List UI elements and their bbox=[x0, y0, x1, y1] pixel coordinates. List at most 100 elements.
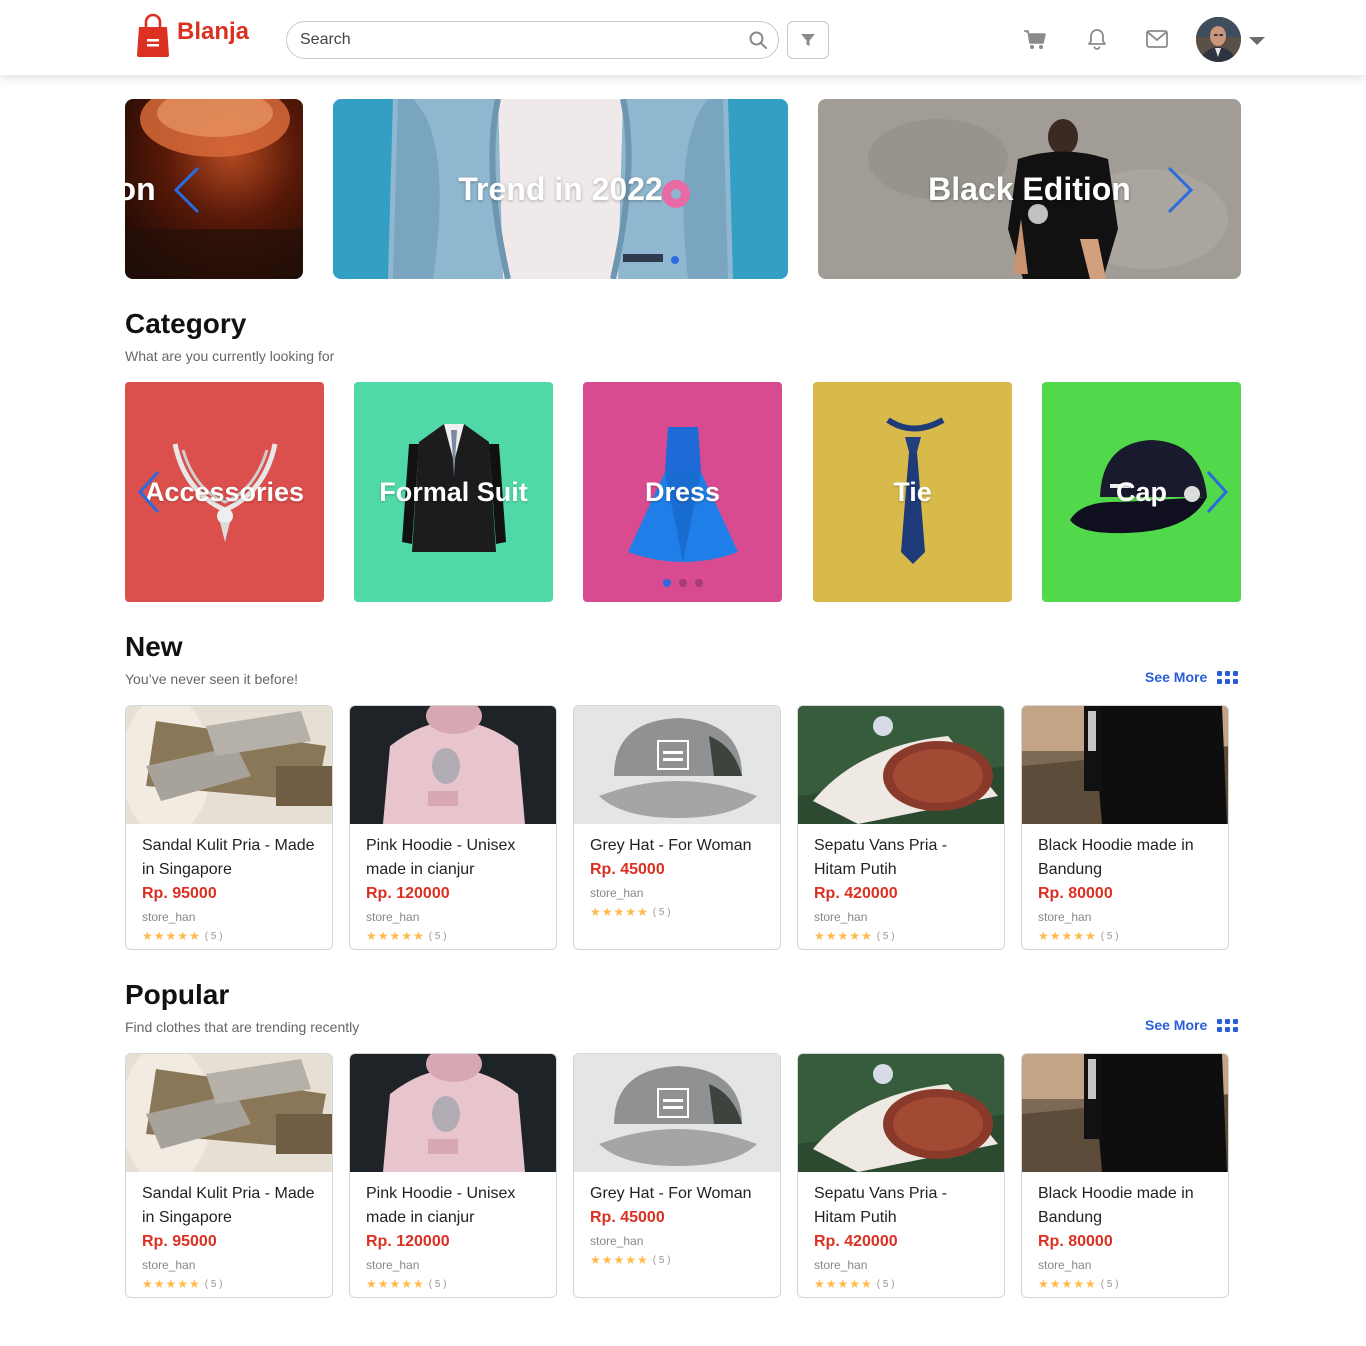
rating-count: ( 5 ) bbox=[204, 930, 223, 942]
banner-slide-1[interactable]: tion bbox=[125, 99, 303, 279]
popular-product-card[interactable]: Sandal Kulit Pria - Made in Singapore Rp.… bbox=[125, 1053, 333, 1298]
product-info: Sepatu Vans Pria - Hitam Putih Rp. 420000… bbox=[798, 824, 1004, 943]
product-store: store_han bbox=[366, 910, 420, 924]
category-dot-1[interactable] bbox=[663, 579, 671, 587]
user-avatar[interactable] bbox=[1196, 17, 1241, 62]
product-image bbox=[1022, 1054, 1228, 1172]
product-image bbox=[798, 1054, 1004, 1172]
category-tie[interactable]: Tie bbox=[813, 382, 1012, 602]
product-price: Rp. 420000 bbox=[814, 885, 898, 902]
banner-dot-active[interactable] bbox=[671, 256, 679, 264]
mail-icon[interactable] bbox=[1146, 30, 1168, 48]
product-rating: ★★★★★( 5 ) bbox=[366, 929, 540, 943]
banner-2-title: Trend in 2022 bbox=[458, 171, 663, 207]
star-icon: ★★★★★ bbox=[814, 1277, 873, 1291]
category-dot-3[interactable] bbox=[695, 579, 703, 587]
product-name: Pink Hoodie - Unisex made in cianjur bbox=[366, 837, 516, 878]
category-formal-suit-label: Formal Suit bbox=[379, 477, 528, 507]
star-icon: ★★★★★ bbox=[590, 1253, 649, 1267]
star-icon: ★★★★★ bbox=[142, 929, 201, 943]
product-price: Rp. 420000 bbox=[814, 1233, 898, 1250]
new-product-card[interactable]: Sandal Kulit Pria - Made in Singapore Rp.… bbox=[125, 705, 333, 950]
banner-slide-2[interactable]: Trend in 2022 bbox=[333, 99, 788, 279]
popular-product-card[interactable]: Black Hoodie made in Bandung Rp. 80000 sto… bbox=[1021, 1053, 1229, 1298]
product-price: Rp. 80000 bbox=[1038, 885, 1113, 902]
product-name: Sepatu Vans Pria - Hitam Putih bbox=[814, 1185, 948, 1226]
popular-product-card[interactable]: Pink Hoodie - Unisex made in cianjur Rp. … bbox=[349, 1053, 557, 1298]
popular-product-card[interactable]: Grey Hat - For Woman Rp. 45000 store_han ★★… bbox=[573, 1053, 781, 1298]
category-next-arrow-icon[interactable] bbox=[1205, 470, 1229, 514]
banner-next-arrow-icon[interactable] bbox=[1165, 166, 1195, 214]
product-name: Pink Hoodie - Unisex made in cianjur bbox=[366, 1185, 516, 1226]
product-price: Rp. 80000 bbox=[1038, 1233, 1113, 1250]
banner-prev-arrow-icon[interactable] bbox=[172, 166, 202, 214]
star-icon: ★★★★★ bbox=[1038, 1277, 1097, 1291]
product-image bbox=[574, 706, 780, 824]
product-image bbox=[350, 706, 556, 824]
product-info: Sandal Kulit Pria - Made in Singapore Rp.… bbox=[126, 1172, 332, 1291]
product-store: store_han bbox=[1038, 1258, 1092, 1272]
rating-count: ( 5 ) bbox=[428, 1278, 447, 1290]
popular-section-title: Popular bbox=[125, 979, 230, 1010]
search-icon[interactable] bbox=[749, 31, 767, 49]
product-rating: ★★★★★( 5 ) bbox=[142, 929, 316, 943]
rating-count: ( 5 ) bbox=[1100, 930, 1119, 942]
product-name: Sandal Kulit Pria - Made in Singapore bbox=[142, 837, 315, 878]
brand-name: Blanja bbox=[177, 18, 250, 45]
product-rating: ★★★★★( 5 ) bbox=[366, 1277, 540, 1291]
new-product-card[interactable]: Pink Hoodie - Unisex made in cianjur Rp. … bbox=[349, 705, 557, 950]
filter-button[interactable] bbox=[787, 21, 829, 59]
cart-icon[interactable] bbox=[1023, 29, 1047, 51]
new-see-more-link[interactable]: See More bbox=[1145, 669, 1239, 685]
product-name: Black Hoodie made in Bandung bbox=[1038, 837, 1194, 878]
rating-count: ( 5 ) bbox=[652, 1254, 671, 1266]
new-product-card[interactable]: Sepatu Vans Pria - Hitam Putih Rp. 420000… bbox=[797, 705, 1005, 950]
popular-see-more-link[interactable]: See More bbox=[1145, 1017, 1239, 1033]
category-prev-arrow-icon[interactable] bbox=[137, 470, 161, 514]
bell-icon[interactable] bbox=[1087, 28, 1107, 50]
rating-count: ( 5 ) bbox=[1100, 1278, 1119, 1290]
search-input[interactable] bbox=[300, 31, 740, 49]
product-image bbox=[126, 706, 332, 824]
star-icon: ★★★★★ bbox=[814, 929, 873, 943]
product-price: Rp. 45000 bbox=[590, 861, 665, 878]
product-store: store_han bbox=[142, 1258, 196, 1272]
star-icon: ★★★★★ bbox=[366, 1277, 425, 1291]
grid-icon bbox=[1217, 670, 1239, 684]
new-section-subtitle: You’ve never seen it before! bbox=[125, 671, 299, 687]
product-image bbox=[350, 1054, 556, 1172]
category-dress[interactable]: Dress bbox=[583, 382, 782, 602]
product-store: store_han bbox=[814, 1258, 868, 1272]
rating-count: ( 5 ) bbox=[652, 906, 671, 918]
product-price: Rp. 45000 bbox=[590, 1209, 665, 1226]
product-image bbox=[798, 706, 1004, 824]
product-store: store_han bbox=[366, 1258, 420, 1272]
product-info: Black Hoodie made in Bandung Rp. 80000 sto… bbox=[1022, 824, 1228, 943]
product-info: Pink Hoodie - Unisex made in cianjur Rp. … bbox=[350, 824, 556, 943]
filter-icon bbox=[801, 34, 815, 46]
star-icon: ★★★★★ bbox=[366, 929, 425, 943]
category-formal-suit[interactable]: Formal Suit bbox=[354, 382, 553, 602]
star-icon: ★★★★★ bbox=[1038, 929, 1097, 943]
brand-logo[interactable]: Blanja bbox=[136, 13, 249, 57]
popular-section-subtitle: Find clothes that are trending recently bbox=[125, 1019, 360, 1035]
product-rating: ★★★★★( 5 ) bbox=[814, 1277, 988, 1291]
product-store: store_han bbox=[814, 910, 868, 924]
popular-product-card[interactable]: Sepatu Vans Pria - Hitam Putih Rp. 420000… bbox=[797, 1053, 1005, 1298]
category-tie-label: Tie bbox=[893, 477, 932, 507]
new-product-card[interactable]: Black Hoodie made in Bandung Rp. 80000 sto… bbox=[1021, 705, 1229, 950]
navbar: Blanja bbox=[0, 0, 1366, 75]
popular-see-more-label: See More bbox=[1145, 1017, 1208, 1033]
rating-count: ( 5 ) bbox=[204, 1278, 223, 1290]
category-dot-2[interactable] bbox=[679, 579, 687, 587]
product-name: Grey Hat - For Woman bbox=[590, 1185, 752, 1202]
category-subtitle: What are you currently looking for bbox=[125, 348, 335, 364]
product-image bbox=[126, 1054, 332, 1172]
new-product-card[interactable]: Grey Hat - For Woman Rp. 45000 store_han ★★… bbox=[573, 705, 781, 950]
product-info: Pink Hoodie - Unisex made in cianjur Rp. … bbox=[350, 1172, 556, 1291]
product-rating: ★★★★★( 5 ) bbox=[1038, 929, 1212, 943]
product-rating: ★★★★★( 5 ) bbox=[590, 1253, 764, 1267]
product-rating: ★★★★★( 5 ) bbox=[1038, 1277, 1212, 1291]
rating-count: ( 5 ) bbox=[876, 930, 895, 942]
user-menu-caret-icon[interactable] bbox=[1249, 37, 1265, 45]
